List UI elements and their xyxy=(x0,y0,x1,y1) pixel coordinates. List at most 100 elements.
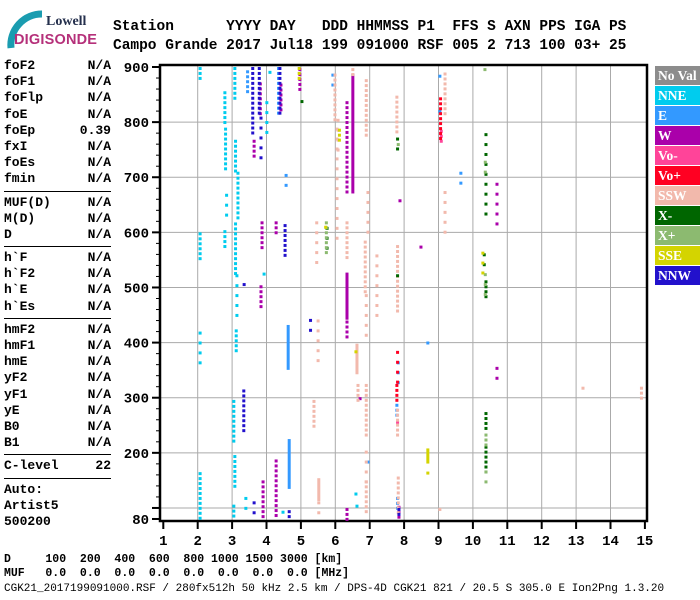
echo-trace-w xyxy=(345,272,349,320)
echo-dot-nne xyxy=(198,506,202,510)
echo-dot-vop xyxy=(439,107,443,111)
echo-dot-nnw xyxy=(257,67,261,70)
echo-dot-nne xyxy=(223,101,227,105)
echo-dot-nnw xyxy=(242,414,246,418)
echo-dot-nne xyxy=(234,222,238,226)
echo-dot-nne xyxy=(198,76,202,80)
echo-dot-w xyxy=(397,515,401,519)
echo-dot-nnw xyxy=(257,101,261,105)
echo-dot-ssw xyxy=(364,428,368,432)
echo-dot-xm xyxy=(484,212,488,216)
echo-dot-nnw xyxy=(287,515,291,519)
echo-dot-nne xyxy=(234,149,238,153)
echo-dot-nnw xyxy=(278,91,282,95)
echo-dot-nne xyxy=(233,91,237,95)
echo-dot-e xyxy=(284,173,288,177)
echo-dot-xm xyxy=(484,202,488,206)
echo-dot-nnw xyxy=(283,253,287,257)
echo-dot-xp xyxy=(324,246,328,250)
x-tick-label: 14 xyxy=(602,534,619,550)
echo-dot-w xyxy=(419,245,423,249)
echo-dot-ssw xyxy=(335,187,339,191)
digisonde-ionogram-screen: Lowell DIGISONDE Station YYYY DAY DDD HH… xyxy=(0,0,700,600)
echo-dot-ssw xyxy=(443,112,447,116)
echo-dot-ssw xyxy=(396,245,400,249)
echo-dot-nnw xyxy=(283,224,287,228)
echo-dot-vop xyxy=(395,393,399,397)
echo-dot-nne xyxy=(224,167,228,171)
echo-dot-w xyxy=(495,202,499,206)
echo-dot-xm xyxy=(396,147,400,151)
echo-dot-w xyxy=(261,515,265,519)
echo-dot-ssw xyxy=(364,418,368,422)
echo-dot-nnw xyxy=(251,91,255,95)
echo-dot-ssw xyxy=(443,77,447,81)
echo-dot-ssw xyxy=(312,419,316,423)
echo-dot-nne xyxy=(198,491,202,495)
echo-dot-ssw xyxy=(364,433,368,437)
echo-dot-w xyxy=(495,376,499,380)
echo-dot-nne xyxy=(198,361,202,365)
echo-dot-ssw xyxy=(375,313,379,317)
echo-dot-w xyxy=(345,130,349,134)
echo-dot-w xyxy=(345,180,349,184)
echo-dot-nnw xyxy=(287,510,291,514)
echo-dot-w xyxy=(252,139,256,143)
echo-dot-e xyxy=(246,90,250,94)
echo-dot-nne xyxy=(233,469,237,473)
echo-dot-ssw xyxy=(364,460,368,464)
echo-dot-ssw xyxy=(364,94,368,98)
echo-dot-nnw xyxy=(283,248,287,252)
echo-dot-ssw xyxy=(364,123,368,127)
echo-dot-w xyxy=(345,507,349,511)
echo-dot-nne xyxy=(224,157,228,161)
echo-dot-nne xyxy=(198,67,202,70)
echo-dot-ssw xyxy=(345,236,349,240)
x-tick-label: 13 xyxy=(568,534,585,550)
echo-dot-nnw xyxy=(257,86,261,90)
echo-dot-ssw xyxy=(396,413,400,417)
y-tick-label: 600 xyxy=(124,226,149,242)
echo-dot-ssw xyxy=(363,285,367,289)
echo-dot-ssw xyxy=(335,157,339,161)
echo-dot-ssw xyxy=(345,251,349,255)
legend-item-sse: SSE xyxy=(655,246,700,265)
y-tick-label: 400 xyxy=(124,337,149,353)
echo-dot-nne xyxy=(233,67,237,70)
echo-dot-nne xyxy=(223,106,227,110)
distance-row: D 100 200 400 600 800 1000 1500 3000 [km… xyxy=(4,553,343,566)
echo-dot-xp xyxy=(483,170,487,174)
echo-dot-ssw xyxy=(364,505,368,509)
echo-dot-w xyxy=(260,241,264,245)
echo-dot-nne xyxy=(234,252,238,256)
echo-dot-nnw xyxy=(278,81,282,85)
echo-dot-e xyxy=(284,183,288,187)
echo-dot-xm xyxy=(300,100,304,104)
echo-dot-nne xyxy=(236,181,240,185)
echo-dot-nnw xyxy=(257,96,261,100)
echo-dot-w xyxy=(298,87,302,91)
echo-dot-e xyxy=(438,74,442,78)
echo-dot-w xyxy=(345,101,349,105)
echo-dot-ssw xyxy=(351,68,355,72)
echo-dot-ssw xyxy=(345,241,349,245)
echo-dot-ssw xyxy=(333,88,337,92)
echo-dot-nne xyxy=(233,464,237,468)
echo-dot-nne xyxy=(233,96,237,100)
echo-dot-ssw xyxy=(333,118,337,122)
echo-dot-ssw xyxy=(364,480,368,484)
legend-item-e: E xyxy=(655,106,700,125)
echo-dot-nnw xyxy=(251,81,255,85)
y-tick-label: 900 xyxy=(124,61,149,77)
echo-dot-ssw xyxy=(364,118,368,122)
echo-dot-nnw xyxy=(257,111,261,115)
echo-dot-nne xyxy=(235,274,239,278)
echo-dot-w xyxy=(259,300,263,304)
echo-dot-ssw xyxy=(312,404,316,408)
echo-dot-w xyxy=(495,212,499,216)
echo-dot-ssw xyxy=(364,413,368,417)
legend-item-x+: X+ xyxy=(655,226,700,245)
x-tick-label: 6 xyxy=(331,534,339,550)
echo-dot-w xyxy=(260,246,264,250)
echo-dot-nne xyxy=(234,159,238,163)
